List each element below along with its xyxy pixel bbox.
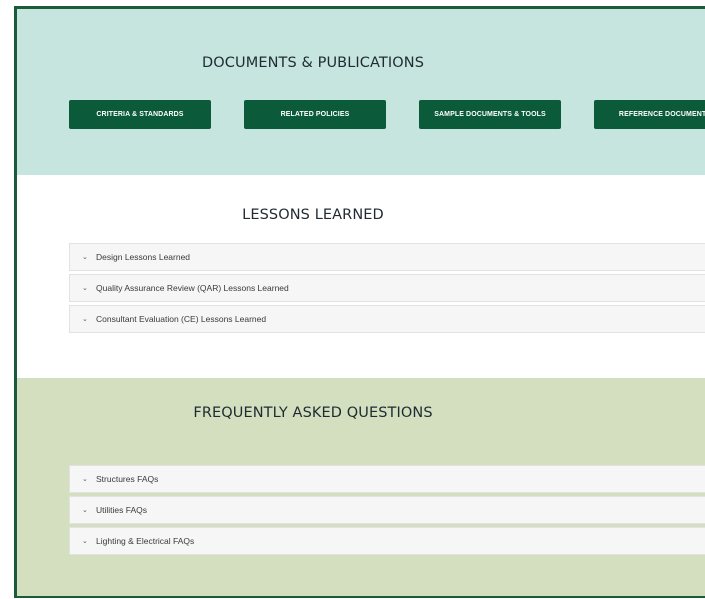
lessons-accordion: ⌄ Design Lessons Learned ⌄ Quality Assur… xyxy=(69,243,705,336)
accordion-item-design-lessons[interactable]: ⌄ Design Lessons Learned xyxy=(69,243,705,271)
chevron-down-icon: ⌄ xyxy=(82,316,88,323)
accordion-item-label: Structures FAQs xyxy=(96,474,159,484)
accordion-item-label: Quality Assurance Review (QAR) Lessons L… xyxy=(96,283,289,293)
accordion-item-label: Lighting & Electrical FAQs xyxy=(96,536,195,546)
accordion-item-label: Design Lessons Learned xyxy=(96,252,191,262)
reference-documents-button[interactable]: REFERENCE DOCUMENTS xyxy=(594,100,705,129)
accordion-item-utilities-faqs[interactable]: ⌄ Utilities FAQs xyxy=(69,496,705,524)
documents-publications-section: DOCUMENTS & PUBLICATIONS CRITERIA & STAN… xyxy=(17,9,705,175)
chevron-down-icon: ⌄ xyxy=(82,254,88,261)
chevron-down-icon: ⌄ xyxy=(82,476,88,483)
accordion-item-structures-faqs[interactable]: ⌄ Structures FAQs xyxy=(69,465,705,493)
accordion-item-qar-lessons[interactable]: ⌄ Quality Assurance Review (QAR) Lessons… xyxy=(69,274,705,302)
lessons-learned-section: LESSONS LEARNED ⌄ Design Lessons Learned… xyxy=(17,175,705,378)
accordion-item-label: Utilities FAQs xyxy=(96,505,148,515)
chevron-down-icon: ⌄ xyxy=(82,285,88,292)
chevron-down-icon: ⌄ xyxy=(82,507,88,514)
chevron-down-icon: ⌄ xyxy=(82,538,88,545)
accordion-item-lighting-electrical-faqs[interactable]: ⌄ Lighting & Electrical FAQs xyxy=(69,527,705,555)
sample-documents-tools-button[interactable]: SAMPLE DOCUMENTS & TOOLS xyxy=(419,100,561,129)
related-policies-button[interactable]: RELATED POLICIES xyxy=(244,100,386,129)
faq-section-title: FREQUENTLY ASKED QUESTIONS xyxy=(193,405,433,421)
criteria-standards-button[interactable]: CRITERIA & STANDARDS xyxy=(69,100,211,129)
accordion-item-label: Consultant Evaluation (CE) Lessons Learn… xyxy=(96,314,267,324)
faq-section: FREQUENTLY ASKED QUESTIONS ⌄ Structures … xyxy=(17,378,705,596)
page-frame: DOCUMENTS & PUBLICATIONS CRITERIA & STAN… xyxy=(14,6,705,598)
accordion-item-ce-lessons[interactable]: ⌄ Consultant Evaluation (CE) Lessons Lea… xyxy=(69,305,705,333)
lessons-section-title: LESSONS LEARNED xyxy=(242,207,384,223)
documents-section-title: DOCUMENTS & PUBLICATIONS xyxy=(202,55,424,71)
faq-accordion: ⌄ Structures FAQs ⌄ Utilities FAQs ⌄ Lig… xyxy=(69,465,705,558)
